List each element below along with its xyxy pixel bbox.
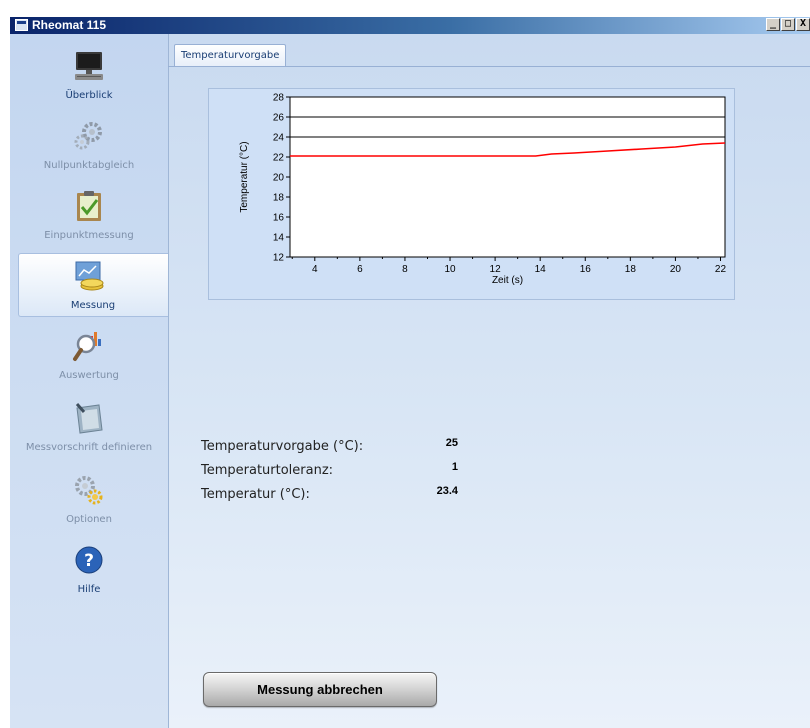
sidebar-item-label: Nullpunktabgleich — [43, 160, 135, 171]
window-title: Rheomat 115 — [32, 18, 107, 32]
sidebar-item-label: Auswertung — [59, 370, 119, 381]
y-tick-label: 18 — [273, 193, 285, 204]
svg-text:?: ? — [84, 551, 94, 571]
temperature-tolerance-label: Temperaturtoleranz: — [201, 463, 334, 478]
sidebar-item-hilfe[interactable]: ? Hilfe — [10, 538, 168, 602]
sidebar-item-label: Optionen — [66, 514, 112, 525]
x-tick-label: 16 — [580, 264, 592, 275]
sidebar-item-label: Überblick — [65, 90, 113, 101]
y-tick-label: 16 — [273, 213, 285, 224]
magnifier-chart-icon — [73, 332, 101, 361]
x-tick-label: 10 — [444, 264, 456, 275]
main-window: Überblick Nullpunktabgleich Einpunktmess… — [10, 34, 810, 728]
sidebar-item-auswertung[interactable]: Auswertung — [10, 324, 168, 388]
y-tick-label: 14 — [273, 233, 285, 244]
x-tick-label: 20 — [670, 264, 682, 275]
sidebar-item-ueberblick[interactable]: Überblick — [10, 44, 168, 108]
maximize-button[interactable]: □ — [781, 18, 795, 31]
tab-temperaturvorgabe[interactable]: Temperaturvorgabe — [174, 44, 287, 67]
plot-area — [289, 96, 726, 258]
sidebar-item-messvorschrift-definieren[interactable]: Messvorschrift definieren — [10, 396, 168, 460]
sidebar-item-label: Einpunktmessung — [44, 230, 134, 241]
app-icon — [15, 19, 28, 31]
sidebar-item-einpunktmessung[interactable]: Einpunktmessung — [10, 184, 168, 248]
target-temperature-label: Temperaturvorgabe (°C): — [201, 439, 364, 454]
temperature-chart-svg: 12 14 16 18 20 22 24 26 28 4 6 8 10 12 14 16 18 20 22 Zeit … — [239, 93, 727, 287]
temperature-tolerance-value: 1 — [451, 461, 458, 473]
clipboard-check-icon — [77, 191, 101, 221]
y-tick-label: 24 — [273, 133, 285, 144]
x-tick-label: 8 — [402, 264, 408, 275]
tab-strip-border — [168, 66, 810, 67]
gears-icon — [74, 122, 102, 150]
current-temperature-value: 23.4 — [436, 485, 458, 497]
current-temperature-label: Temperatur (°C): — [201, 487, 310, 502]
close-button[interactable]: X — [796, 18, 810, 31]
x-tick-label: 18 — [625, 264, 637, 275]
sidebar: Überblick Nullpunktabgleich Einpunktmess… — [10, 34, 169, 728]
x-tick-label: 12 — [490, 264, 502, 275]
x-tick-label: 6 — [357, 264, 363, 275]
sidebar-item-nullpunktabgleich[interactable]: Nullpunktabgleich — [10, 114, 168, 178]
y-tick-label: 20 — [273, 173, 285, 184]
y-tick-label: 28 — [273, 93, 285, 104]
sidebar-item-label: Hilfe — [77, 584, 101, 595]
settings-icon — [75, 476, 103, 505]
title-bar: Rheomat 115 _ □ X — [10, 17, 810, 34]
sidebar-item-label: Messvorschrift definieren — [25, 442, 153, 453]
y-tick-label: 26 — [273, 113, 285, 124]
computer-icon — [75, 52, 103, 80]
sidebar-item-optionen[interactable]: Optionen — [10, 468, 168, 532]
x-tick-label: 22 — [715, 264, 727, 275]
target-temperature-value: 25 — [445, 437, 458, 449]
sidebar-item-label: Messung — [70, 300, 116, 311]
y-tick-label: 22 — [273, 153, 285, 164]
notepad-icon — [75, 403, 103, 434]
sidebar-item-messung[interactable]: Messung — [18, 253, 168, 317]
x-axis-label: Zeit (s) — [492, 275, 523, 286]
minimize-button[interactable]: _ — [766, 18, 780, 31]
x-tick-label: 14 — [535, 264, 547, 275]
x-tick-label: 4 — [312, 264, 318, 275]
help-icon: ? — [75, 546, 103, 574]
y-axis-label: Temperatur (°C) — [239, 141, 250, 212]
y-tick-label: 12 — [273, 253, 285, 264]
temperature-chart: 12 14 16 18 20 22 24 26 28 4 6 8 10 12 14 16 18 20 22 Zeit … — [208, 88, 735, 300]
abort-measurement-button[interactable]: Messung abbrechen — [203, 672, 437, 707]
measurement-icon — [75, 261, 104, 291]
